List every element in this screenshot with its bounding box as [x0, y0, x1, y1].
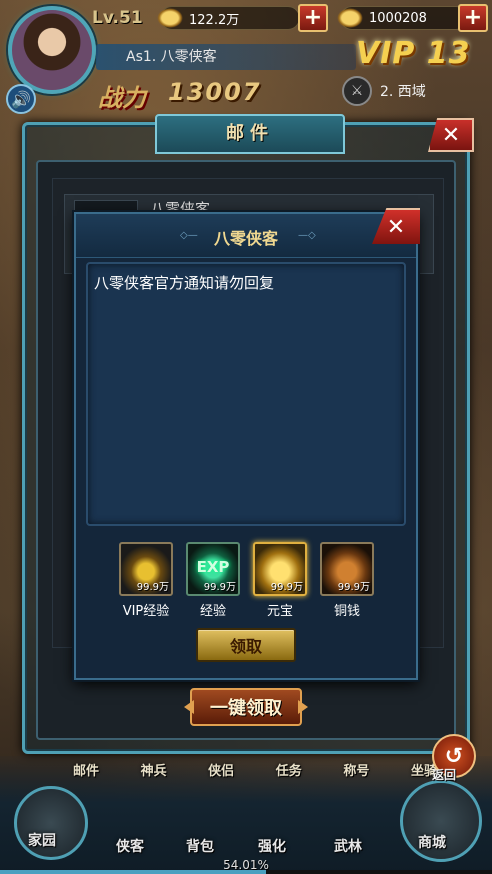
menu-item-title[interactable]: 称号: [330, 760, 382, 784]
message-text: 八零侠客官方通知请勿回复: [94, 274, 275, 292]
vip-badge[interactable]: VIP 13: [356, 36, 471, 71]
yuanbao-icon: [337, 8, 363, 28]
server-indicator[interactable]: ⚔ 2. 西域: [342, 76, 426, 106]
return-arrow-icon: ↺: [444, 743, 464, 769]
power-value: 13007: [168, 78, 262, 106]
vip-exp-icon: 99.9万: [119, 542, 173, 596]
reward-name: 元宝: [266, 604, 293, 619]
reward-amount: 99.9万: [270, 582, 303, 593]
menu-item-weapon[interactable]: 神兵: [128, 760, 180, 784]
claim-all-button[interactable]: 一键领取: [190, 688, 302, 726]
reward-item-vip-exp[interactable]: 99.9万 VIP经验: [114, 542, 178, 619]
player-level: Lv.51: [92, 8, 143, 28]
reward-amount: 99.9万: [203, 582, 236, 593]
function-menu-row: 邮件 神兵 侠侣 任务 称号 坐骑: [60, 760, 450, 784]
yuanbao-amount: 1000208: [369, 10, 427, 26]
menu-item-quest[interactable]: 任务: [263, 760, 315, 784]
home-nav-label: 家园: [28, 833, 56, 849]
back-label: 返回: [432, 768, 457, 782]
loading-progress-fill: [0, 870, 266, 874]
exp-icon: EXP 99.9万: [186, 542, 240, 596]
title-ornament-right-icon: —◇: [298, 230, 316, 241]
reward-item-yuanbao[interactable]: 99.9万 元宝: [248, 542, 312, 619]
player-avatar[interactable]: [8, 6, 96, 94]
reward-name: 经验: [199, 604, 226, 619]
gold-amount: 122.2万: [189, 12, 240, 28]
reward-name: 铜钱: [333, 604, 360, 619]
strengthen-nav-label[interactable]: 强化: [258, 836, 286, 856]
gold-resource-bar: 122.2万: [157, 6, 300, 30]
add-gold-button[interactable]: +: [298, 4, 328, 32]
popup-title: 八零侠客: [213, 229, 278, 248]
menu-item-mail[interactable]: 邮件: [60, 760, 112, 784]
world-nav-label[interactable]: 武林: [334, 836, 362, 856]
copper-coin-icon: 99.9万: [320, 542, 374, 596]
power-label: 战力: [98, 84, 146, 112]
exp-badge: EXP: [196, 558, 230, 576]
server-name: 2. 西域: [380, 84, 426, 100]
sound-toggle-button[interactable]: 🔊: [6, 84, 36, 114]
hero-nav-label[interactable]: 侠客: [116, 836, 144, 856]
claim-button[interactable]: 领取: [196, 628, 296, 662]
player-name: As1. 八零侠客: [96, 44, 356, 70]
crossed-swords-icon: ⚔: [342, 76, 372, 106]
add-yuanbao-button[interactable]: +: [458, 4, 488, 32]
top-hud: 🔊 Lv.51 122.2万 + 1000208 + As1. 八零侠客 VIP…: [0, 0, 492, 114]
reward-item-copper[interactable]: 99.9万 铜钱: [315, 542, 379, 619]
yuanbao-icon: 99.9万: [253, 542, 307, 596]
menu-item-partner[interactable]: 侠侣: [195, 760, 247, 784]
speaker-icon: 🔊: [11, 89, 31, 109]
message-body: [86, 262, 406, 526]
loading-progress-bar: [0, 870, 492, 874]
reward-item-exp[interactable]: EXP 99.9万 经验: [181, 542, 245, 619]
reward-name: VIP经验: [122, 604, 170, 619]
yuanbao-resource-bar: 1000208: [337, 6, 468, 30]
bag-nav-label[interactable]: 背包: [186, 836, 214, 856]
gold-coin-icon: [157, 8, 183, 28]
reward-amount: 99.9万: [136, 582, 169, 593]
shop-nav-label: 商城: [418, 835, 446, 851]
mail-window-title: 邮件: [155, 114, 345, 154]
reward-amount: 99.9万: [337, 582, 370, 593]
